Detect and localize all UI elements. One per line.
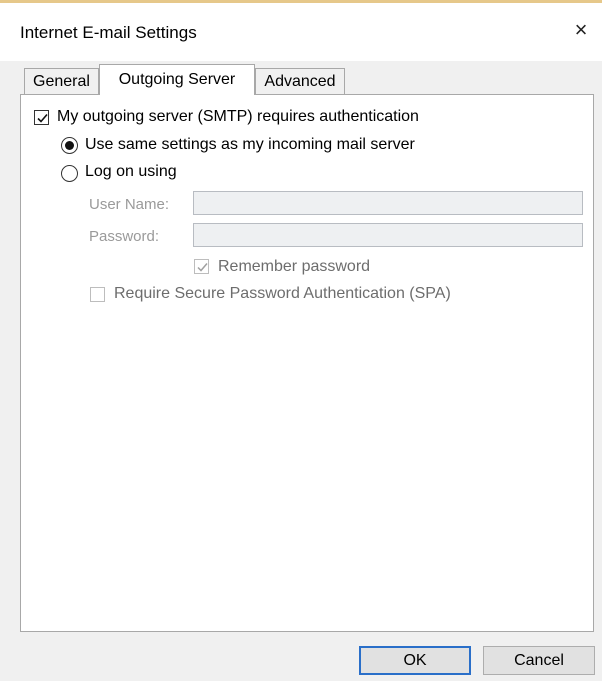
- spa-checkbox[interactable]: [90, 287, 105, 302]
- tab-advanced-label: Advanced: [264, 73, 336, 90]
- tab-general[interactable]: General: [24, 68, 99, 94]
- outgoing-server-panel: My outgoing server (SMTP) requires authe…: [20, 94, 594, 632]
- tab-advanced[interactable]: Advanced: [255, 68, 345, 94]
- user-name-label: User Name:: [89, 196, 170, 213]
- tab-general-label: General: [33, 73, 90, 90]
- ok-button-label: OK: [403, 652, 427, 669]
- close-icon[interactable]: ×: [568, 17, 594, 43]
- same-settings-radio[interactable]: [61, 137, 78, 154]
- remember-password-checkbox[interactable]: [194, 259, 209, 274]
- ok-button[interactable]: OK: [359, 646, 471, 675]
- cancel-button[interactable]: Cancel: [483, 646, 595, 675]
- remember-password-label: Remember password: [218, 258, 371, 275]
- password-label: Password:: [89, 228, 160, 245]
- password-field[interactable]: [193, 223, 583, 247]
- tab-outgoing-server[interactable]: Outgoing Server: [99, 64, 255, 95]
- same-settings-label: Use same settings as my incoming mail se…: [85, 136, 415, 153]
- user-name-field[interactable]: [193, 191, 583, 215]
- tab-outgoing-server-label: Outgoing Server: [118, 71, 236, 88]
- log-on-using-label: Log on using: [85, 163, 177, 180]
- checkmark-icon: [197, 263, 208, 272]
- title-bar: Internet E-mail Settings ×: [0, 3, 602, 61]
- spa-label: Require Secure Password Authentication (…: [114, 285, 451, 302]
- checkmark-icon: [37, 113, 48, 123]
- requires-auth-checkbox[interactable]: [34, 110, 49, 125]
- radio-selected-dot: [65, 141, 74, 150]
- requires-auth-label: My outgoing server (SMTP) requires authe…: [57, 108, 419, 125]
- log-on-using-radio[interactable]: [61, 165, 78, 182]
- cancel-button-label: Cancel: [514, 652, 564, 669]
- window-title: Internet E-mail Settings: [20, 23, 197, 42]
